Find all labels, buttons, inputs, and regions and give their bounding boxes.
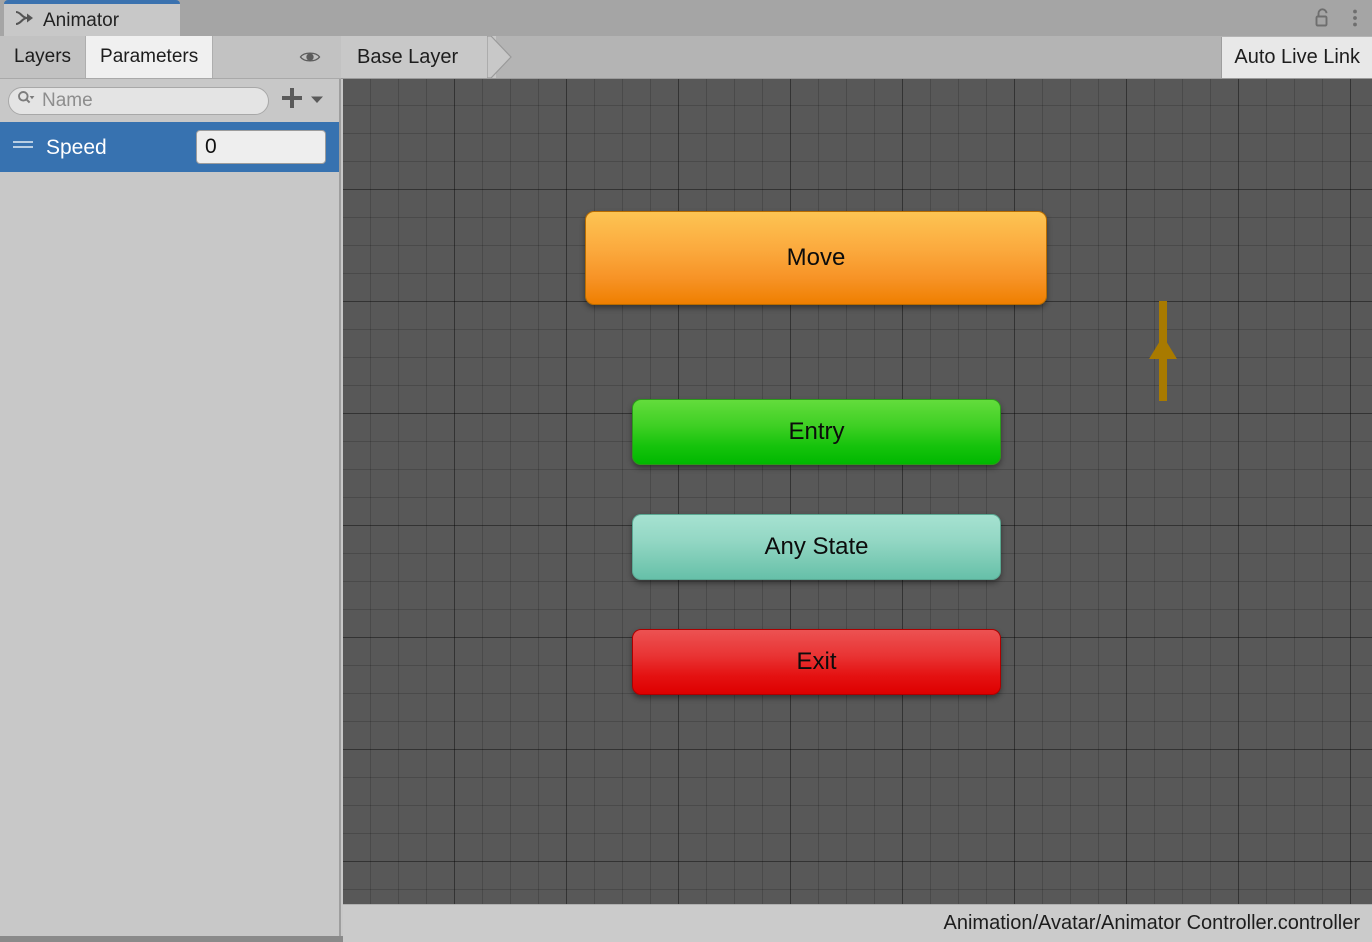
parameter-name-speed: Speed xyxy=(46,135,107,159)
search-icon xyxy=(17,90,35,111)
chevron-down-icon xyxy=(309,92,325,110)
tab-animator-label: Animator xyxy=(43,9,120,31)
unlocked-padlock-icon[interactable] xyxy=(1312,5,1334,31)
tab-layers[interactable]: Layers xyxy=(0,36,87,78)
graph-breadcrumb-bar: Base Layer Auto Live Link xyxy=(341,35,1372,79)
left-panel-tabs: Layers Parameters xyxy=(0,36,341,79)
asset-path-label: Animation/Avatar/Animator Controller.con… xyxy=(943,912,1360,934)
transition-entry-to-move[interactable] xyxy=(1143,301,1183,401)
parameter-search-row: Name xyxy=(0,79,339,122)
tab-layers-label: Layers xyxy=(14,46,72,67)
drag-handle-icon[interactable] xyxy=(12,138,34,157)
window-tools xyxy=(1312,0,1366,36)
add-parameter-button[interactable] xyxy=(277,85,331,116)
animator-window: Animator Layers Parameters Base Layer Au… xyxy=(0,0,1372,942)
layer-visibility-area xyxy=(213,36,341,78)
parameters-panel: Name Speed 0 xyxy=(0,79,341,942)
window-bottom-edge xyxy=(0,936,343,942)
state-node-entry-label: Entry xyxy=(788,418,845,445)
tab-animator[interactable]: Animator xyxy=(4,0,180,36)
parameter-value-speed[interactable]: 0 xyxy=(196,130,326,164)
parameter-row-speed[interactable]: Speed 0 xyxy=(0,122,339,172)
status-bar: Animation/Avatar/Animator Controller.con… xyxy=(343,904,1372,942)
auto-live-link-label: Auto Live Link xyxy=(1234,46,1360,68)
auto-live-link-button[interactable]: Auto Live Link xyxy=(1221,37,1372,78)
state-node-exit[interactable]: Exit xyxy=(632,629,1001,695)
breadcrumb-base-layer-label: Base Layer xyxy=(357,45,459,68)
search-input[interactable]: Name xyxy=(8,86,269,115)
sub-toolbar: Layers Parameters Base Layer Auto Live L… xyxy=(0,35,1372,79)
tab-parameters[interactable]: Parameters xyxy=(86,36,214,78)
breadcrumb-chevron-icon xyxy=(486,35,513,79)
state-node-move[interactable]: Move xyxy=(585,211,1047,305)
state-node-move-label: Move xyxy=(786,244,846,271)
state-node-entry[interactable]: Entry xyxy=(632,399,1001,465)
state-node-exit-label: Exit xyxy=(796,648,837,675)
plus-icon xyxy=(279,85,305,116)
state-node-any-state[interactable]: Any State xyxy=(632,514,1001,580)
kebab-menu-icon[interactable] xyxy=(1344,5,1366,31)
breadcrumb-base-layer[interactable]: Base Layer xyxy=(341,36,497,78)
state-node-any-state-label: Any State xyxy=(764,533,869,560)
search-placeholder: Name xyxy=(42,90,93,111)
tab-parameters-label: Parameters xyxy=(100,46,199,67)
window-tab-bar: Animator xyxy=(0,0,1372,36)
eye-icon[interactable] xyxy=(299,44,321,70)
state-machine-canvas[interactable]: Move Entry Any State Exit xyxy=(343,79,1372,904)
animator-icon xyxy=(14,8,36,33)
